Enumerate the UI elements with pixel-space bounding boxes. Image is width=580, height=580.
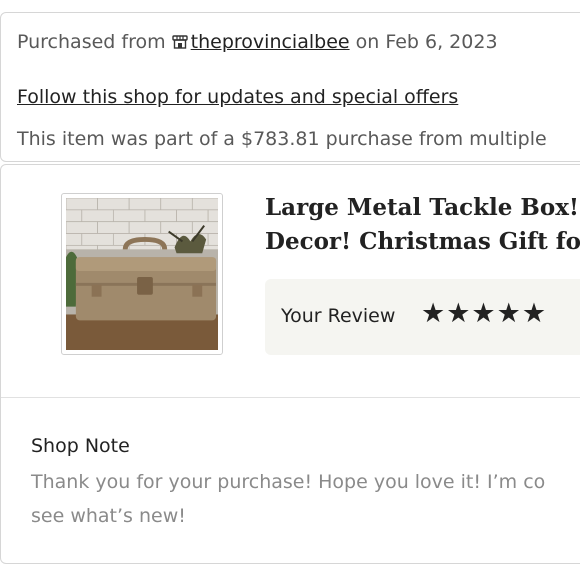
product-thumbnail[interactable] xyxy=(61,193,223,355)
shop-note-line-1: Thank you for your purchase! Hope you lo… xyxy=(31,471,546,493)
product-title[interactable]: Large Metal Tackle Box! R Decor! Christm… xyxy=(265,191,580,259)
shop-link[interactable]: theprovincialbee xyxy=(171,31,350,53)
purchase-info-card: Purchased from theprovincialbee on Feb 6… xyxy=(0,12,580,162)
star-rating: ★★★★★ xyxy=(421,298,548,329)
your-review-box: Your Review ★★★★★ xyxy=(265,279,580,355)
follow-shop-link[interactable]: Follow this shop for updates and special… xyxy=(17,86,458,108)
purchased-from-line: Purchased from theprovincialbee on Feb 6… xyxy=(17,31,498,53)
section-divider xyxy=(1,397,580,398)
shop-name[interactable]: theprovincialbee xyxy=(191,31,350,53)
shop-note-line-2: see what’s new! xyxy=(31,505,186,527)
purchase-review-panel: Purchased from theprovincialbee on Feb 6… xyxy=(0,0,580,580)
item-review-card: Large Metal Tackle Box! R Decor! Christm… xyxy=(0,164,580,564)
purchased-from-label: Purchased from xyxy=(17,31,166,53)
shop-icon xyxy=(171,35,188,49)
shop-note-label: Shop Note xyxy=(31,435,130,457)
shop-note-text: Thank you for your purchase! Hope you lo… xyxy=(31,465,580,533)
product-title-line-2[interactable]: Decor! Christmas Gift for D xyxy=(265,225,580,259)
purchase-total-note: This item was part of a $783.81 purchase… xyxy=(17,128,547,150)
purchase-date: on Feb 6, 2023 xyxy=(355,31,498,53)
product-image xyxy=(66,198,218,350)
product-title-line-1[interactable]: Large Metal Tackle Box! R xyxy=(265,191,580,225)
your-review-label: Your Review xyxy=(281,305,396,327)
